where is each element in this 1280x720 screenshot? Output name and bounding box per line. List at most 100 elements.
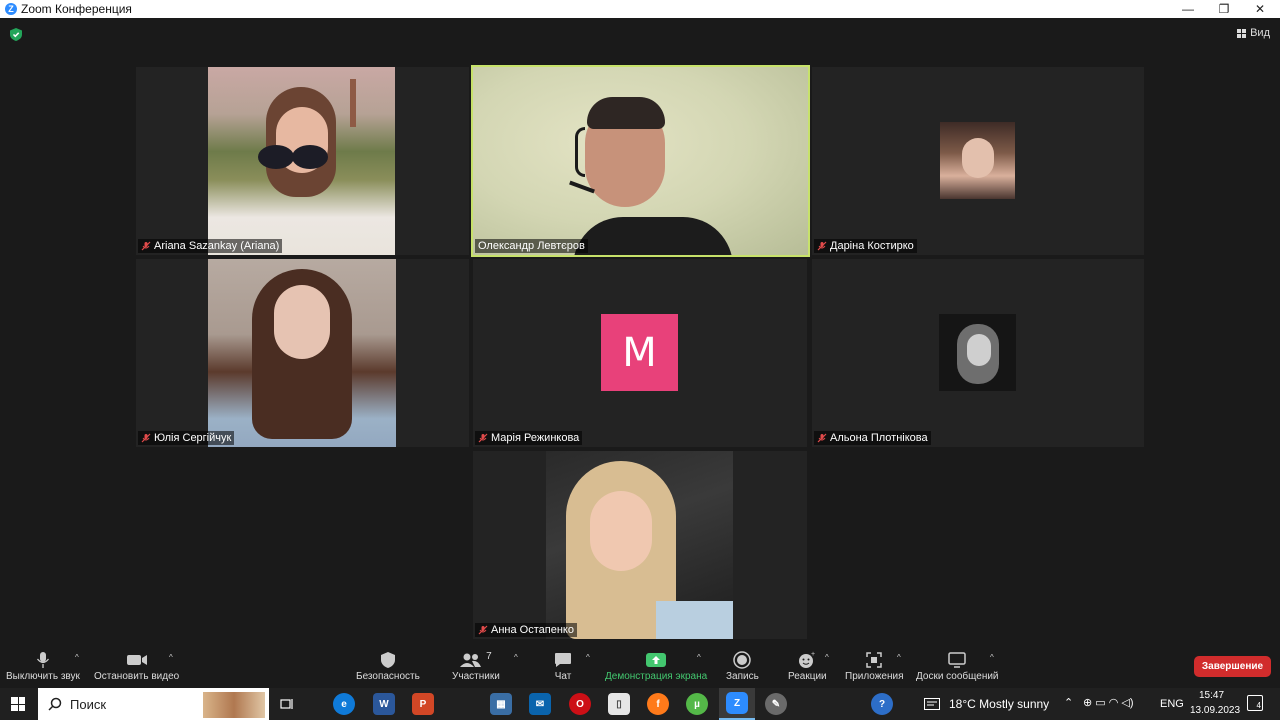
participant-name: Ariana Sazankay (Ariana)	[154, 240, 280, 252]
apps-button[interactable]: Приложения	[845, 649, 904, 682]
record-button[interactable]: Запись	[726, 649, 759, 682]
whiteboards-options-chevron-icon[interactable]: ^	[990, 653, 994, 662]
participant-name: Анна Остапенко	[491, 624, 574, 636]
record-label: Запись	[726, 671, 759, 682]
participant-nametag: Ariana Sazankay (Ariana)	[138, 239, 283, 253]
word-icon[interactable]: W	[373, 693, 395, 715]
svg-text:+: +	[811, 651, 815, 658]
zoom-logo-icon: Z	[5, 3, 17, 15]
participant-tile[interactable]: Анна Остапенко	[473, 451, 807, 639]
participant-tile[interactable]: Даріна Костирко	[812, 67, 1144, 255]
share-screen-label: Демонстрация экрана	[605, 671, 708, 682]
participant-avatar-photo	[940, 122, 1015, 199]
muted-mic-icon	[141, 433, 151, 443]
tray-overflow-chevron-icon[interactable]: ⌃	[1064, 696, 1073, 709]
video-label: Остановить видео	[94, 671, 180, 682]
participants-options-chevron-icon[interactable]: ^	[514, 653, 518, 662]
search-icon	[48, 697, 62, 711]
reactions-options-chevron-icon[interactable]: ^	[825, 653, 829, 662]
participant-name: Олександр Левтєров	[478, 240, 585, 252]
participant-avatar-letter: M	[601, 314, 678, 391]
whiteboards-label: Доски сообщений	[916, 671, 999, 682]
muted-mic-icon	[478, 625, 488, 635]
participant-nametag: Даріна Костирко	[814, 239, 917, 253]
whiteboard-icon	[948, 652, 967, 668]
view-label: Вид	[1250, 27, 1270, 39]
chat-bubble-icon	[555, 653, 571, 667]
firefox-icon[interactable]: f	[647, 693, 669, 715]
participant-avatar-photo	[939, 314, 1016, 391]
participants-count: 7	[486, 650, 492, 662]
participants-icon	[460, 653, 482, 667]
participant-video	[208, 67, 395, 255]
clock-time[interactable]: 15:47	[1199, 690, 1224, 701]
meeting-toolbar: Выключить звук ^ Остановить видео ^ Безо…	[0, 645, 1280, 688]
store-icon[interactable]: ▦	[490, 693, 512, 715]
paint-icon[interactable]: ✎	[765, 693, 787, 715]
participant-video	[473, 67, 808, 255]
share-screen-button[interactable]: Демонстрация экрана	[605, 649, 707, 682]
muted-mic-icon	[478, 433, 488, 443]
stop-video-button[interactable]: Остановить видео	[94, 649, 179, 682]
participant-tile[interactable]: Юлія Сергійчук	[136, 259, 469, 447]
chat-options-chevron-icon[interactable]: ^	[586, 653, 590, 662]
video-options-chevron-icon[interactable]: ^	[169, 653, 173, 662]
help-icon[interactable]: ?	[871, 693, 893, 715]
opera-icon[interactable]: O	[569, 693, 591, 715]
encryption-shield-icon[interactable]	[10, 28, 22, 41]
participant-tile[interactable]: Ariana Sazankay (Ariana)	[136, 67, 469, 255]
participants-button[interactable]: 7 Участники	[452, 649, 500, 683]
tray-status-icons[interactable]: ⊕ ▭ ◠ ◁)	[1083, 696, 1134, 709]
meeting-area: Вид Ariana Sazankay (Ariana) Олександр Л…	[0, 18, 1280, 645]
apps-options-chevron-icon[interactable]: ^	[897, 653, 901, 662]
windows-start-icon[interactable]	[11, 697, 25, 711]
window-title: Zoom Конференция	[21, 2, 132, 16]
reactions-button[interactable]: + Реакции	[788, 649, 827, 682]
notification-center-icon[interactable]: 4	[1247, 695, 1263, 711]
share-options-chevron-icon[interactable]: ^	[697, 653, 701, 662]
reactions-label: Реакции	[788, 671, 827, 682]
participant-tile[interactable]: Альона Плотнікова	[812, 259, 1144, 447]
powerpoint-icon[interactable]: P	[412, 693, 434, 715]
mute-button[interactable]: Выключить звук	[6, 649, 80, 682]
participant-name: Юлія Сергійчук	[154, 432, 232, 444]
share-screen-icon	[646, 653, 667, 667]
restore-button[interactable]: ❐	[1206, 0, 1242, 18]
whiteboards-button[interactable]: Доски сообщений	[916, 649, 999, 682]
security-button[interactable]: Безопасность	[356, 649, 420, 682]
zoom-taskbar-button[interactable]: Z	[719, 688, 755, 720]
grid-icon	[1237, 28, 1247, 38]
weather-text[interactable]: 18°C Mostly sunny	[949, 697, 1049, 711]
mute-label: Выключить звук	[6, 671, 80, 682]
chat-label: Чат	[554, 671, 572, 682]
task-view-icon[interactable]	[280, 697, 294, 711]
mail-icon[interactable]: ✉	[529, 693, 551, 715]
apps-icon	[866, 652, 882, 668]
file-icon[interactable]: ▯	[608, 693, 630, 715]
close-button[interactable]: ✕	[1242, 0, 1278, 18]
clock-date[interactable]: 13.09.2023	[1190, 705, 1240, 716]
taskbar-search-box[interactable]: Поиск	[38, 688, 269, 720]
security-shield-icon	[380, 652, 395, 668]
muted-mic-icon	[141, 241, 151, 251]
view-button[interactable]: Вид	[1237, 27, 1270, 39]
end-meeting-button[interactable]: Завершение	[1194, 656, 1271, 677]
participant-name: Марія Режинкова	[491, 432, 580, 444]
audio-options-chevron-icon[interactable]: ^	[75, 653, 79, 662]
chat-button[interactable]: Чат	[554, 649, 572, 682]
participant-tile-active-speaker[interactable]: Олександр Левтєров	[471, 65, 810, 257]
input-language[interactable]: ENG	[1160, 698, 1184, 710]
participant-name: Даріна Костирко	[830, 240, 914, 252]
security-label: Безопасность	[356, 671, 420, 682]
utorrent-icon[interactable]: µ	[686, 693, 708, 715]
participant-tile[interactable]: M Марія Режинкова	[473, 259, 807, 447]
participant-nametag: Юлія Сергійчук	[138, 431, 235, 445]
edge-icon[interactable]: e	[333, 693, 355, 715]
windows-taskbar: Поиск e W P ▦ ✉ O ▯ f µ Z ✎ ? 18°C Mostl…	[0, 688, 1280, 720]
participant-video	[546, 451, 733, 639]
weather-icon	[924, 698, 940, 710]
zoom-app-icon: Z	[726, 692, 748, 714]
minimize-button[interactable]: —	[1170, 0, 1206, 18]
microphone-icon	[36, 652, 49, 668]
apps-label: Приложения	[845, 671, 904, 682]
